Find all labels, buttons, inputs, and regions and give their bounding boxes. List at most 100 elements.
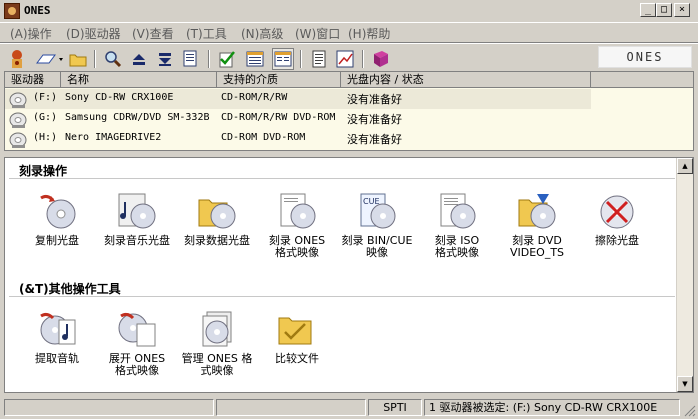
- toolbar-separator: [94, 50, 96, 68]
- burn-bincue-button[interactable]: CUE 刻录 BIN/CUE 映像: [337, 192, 417, 259]
- drive-row[interactable]: (G:) Samsung CDRW/DVD SM-332B CD-ROM/R/R…: [5, 109, 693, 129]
- compare-files-label: 比较文件: [275, 352, 319, 365]
- minimize-button[interactable]: _: [640, 3, 656, 17]
- drive-name: Samsung CDRW/DVD SM-332B: [65, 112, 210, 123]
- svg-text:CUE: CUE: [363, 197, 380, 206]
- menu-help[interactable]: (H)帮助: [348, 25, 390, 42]
- drive-media: CD-ROM DVD-ROM: [221, 132, 306, 143]
- vertical-scrollbar[interactable]: ▲ ▼: [676, 158, 693, 392]
- section-title-burn: 刻录操作: [19, 164, 68, 178]
- cd-drive-icon: [9, 92, 27, 108]
- column-header-drive[interactable]: 驱动器: [5, 72, 61, 88]
- burn-data-disc-button[interactable]: 刻录数据光盘: [177, 192, 257, 247]
- app-icon[interactable]: [4, 3, 20, 19]
- eject-icon[interactable]: [128, 48, 150, 70]
- compare-files-button[interactable]: 比较文件: [257, 310, 337, 365]
- drive-status: 没有准备好: [347, 133, 402, 146]
- drive-list[interactable]: 驱动器 名称 支持的介质 光盘内容 / 状态 (F:) Sony CD-RW C…: [4, 71, 694, 151]
- check-icon[interactable]: [216, 48, 238, 70]
- toolbar-separator: [300, 50, 302, 68]
- resize-grip-icon[interactable]: [684, 405, 696, 417]
- manage-image-icon: [197, 310, 237, 350]
- status-panel-empty: [216, 399, 366, 416]
- status-bar: SPTI 1 驱动器被选定: (F:) Sony CD-RW CRX100E: [0, 396, 698, 419]
- menu-action[interactable]: (A)操作: [10, 25, 52, 42]
- close-button[interactable]: ×: [674, 3, 690, 17]
- erase-disc-icon: [597, 192, 637, 232]
- burn-ones-image-button[interactable]: 刻录 ONES 格式映像: [257, 192, 337, 259]
- column-header-name[interactable]: 名称: [61, 72, 217, 88]
- folder-icon[interactable]: [67, 48, 89, 70]
- extract-audio-label: 提取音轨: [35, 352, 79, 365]
- dvd-video-icon: [517, 192, 557, 232]
- erase-disc-button[interactable]: 擦除光盘: [577, 192, 657, 247]
- drive-name: Sony CD-RW CRX100E: [65, 92, 174, 103]
- manage-image-label: 管理 ONES 格 式映像: [181, 352, 253, 377]
- burn-iso-label: 刻录 ISO 格式映像: [434, 234, 480, 259]
- cd-drive-icon: [9, 132, 27, 148]
- eraser-icon[interactable]: [34, 48, 66, 70]
- maximize-button[interactable]: □: [656, 3, 672, 17]
- column-header-status[interactable]: 光盘内容 / 状态: [341, 72, 591, 88]
- burn-data-disc-label: 刻录数据光盘: [184, 234, 250, 247]
- drive-list-header: 驱动器 名称 支持的介质 光盘内容 / 状态: [5, 72, 693, 88]
- status-panel-empty: [4, 399, 214, 416]
- expand-image-icon: [117, 310, 157, 350]
- title-bar[interactable]: ONES _ □ ×: [0, 0, 698, 23]
- close-tray-icon[interactable]: [154, 48, 176, 70]
- burn-music-disc-button[interactable]: 刻录音乐光盘: [97, 192, 177, 247]
- chart-icon[interactable]: [334, 48, 356, 70]
- scroll-up-button[interactable]: ▲: [677, 158, 693, 174]
- manage-image-button[interactable]: 管理 ONES 格 式映像: [177, 310, 257, 377]
- column-header-filler: [591, 72, 693, 88]
- menu-tools[interactable]: (T)工具: [186, 25, 227, 42]
- music-disc-icon: [117, 192, 157, 232]
- burner-icon[interactable]: [6, 48, 28, 70]
- expand-image-button[interactable]: 展开 ONES 格式映像: [97, 310, 177, 377]
- toolbar-separator: [362, 50, 364, 68]
- copy-disc-icon: [37, 192, 77, 232]
- data-disc-icon: [197, 192, 237, 232]
- window-title: ONES: [24, 4, 51, 17]
- search-drive-icon[interactable]: [102, 48, 124, 70]
- cd-drive-icon: [9, 112, 27, 128]
- drive-letter: (H:): [33, 132, 58, 143]
- drive-letter: (G:): [33, 112, 58, 123]
- menu-window[interactable]: (W)窗口: [295, 25, 340, 42]
- properties-icon[interactable]: [180, 48, 202, 70]
- ones-image-icon: [277, 192, 317, 232]
- drive-status: 没有准备好: [347, 93, 402, 106]
- burn-ones-image-label: 刻录 ONES 格式映像: [268, 234, 326, 259]
- copy-disc-button[interactable]: 复制光盘: [17, 192, 97, 247]
- document-icon[interactable]: [308, 48, 330, 70]
- burn-bincue-label: 刻录 BIN/CUE 映像: [341, 234, 413, 259]
- drive-row[interactable]: (H:) Nero IMAGEDRIVE2 CD-ROM DVD-ROM 没有准…: [5, 129, 693, 149]
- extract-audio-button[interactable]: 提取音轨: [17, 310, 97, 365]
- menu-bar: (A)操作 (D)驱动器 (V)查看 (T)工具 (N)高级 (W)窗口 (H)…: [0, 22, 698, 43]
- burn-dvd-video-button[interactable]: 刻录 DVD VIDEO_TS: [497, 192, 577, 259]
- burn-dvd-video-label: 刻录 DVD VIDEO_TS: [509, 234, 565, 259]
- menu-advanced[interactable]: (N)高级: [241, 25, 283, 42]
- list-view-icon[interactable]: [244, 48, 266, 70]
- scroll-down-button[interactable]: ▼: [677, 376, 693, 392]
- toolbar: [0, 43, 698, 72]
- drive-media: CD-ROM/R/RW DVD-ROM: [221, 112, 336, 123]
- column-header-media[interactable]: 支持的介质: [217, 72, 341, 88]
- detail-view-icon[interactable]: [272, 48, 294, 70]
- menu-view[interactable]: (V)查看: [132, 25, 174, 42]
- operations-pane: 刻录操作 复制光盘 刻录音乐光盘 刻录数据光盘 刻录 ONES 格式映像 CUE…: [4, 157, 694, 393]
- burn-iso-button[interactable]: 刻录 ISO 格式映像: [417, 192, 497, 259]
- compare-files-icon: [277, 310, 317, 350]
- iso-icon: [437, 192, 477, 232]
- menu-drive[interactable]: (D)驱动器: [66, 25, 121, 42]
- section-divider: [9, 296, 675, 297]
- erase-disc-label: 擦除光盘: [595, 234, 639, 247]
- book-icon[interactable]: [370, 48, 392, 70]
- drive-status: 没有准备好: [347, 113, 402, 126]
- status-interface: SPTI: [368, 399, 422, 416]
- expand-image-label: 展开 ONES 格式映像: [108, 352, 166, 377]
- drive-row[interactable]: (F:) Sony CD-RW CRX100E CD-ROM/R/RW 没有准备…: [5, 89, 591, 109]
- extract-audio-icon: [37, 310, 77, 350]
- section-title-tools: (&T)其他操作工具: [19, 282, 121, 296]
- copy-disc-label: 复制光盘: [35, 234, 79, 247]
